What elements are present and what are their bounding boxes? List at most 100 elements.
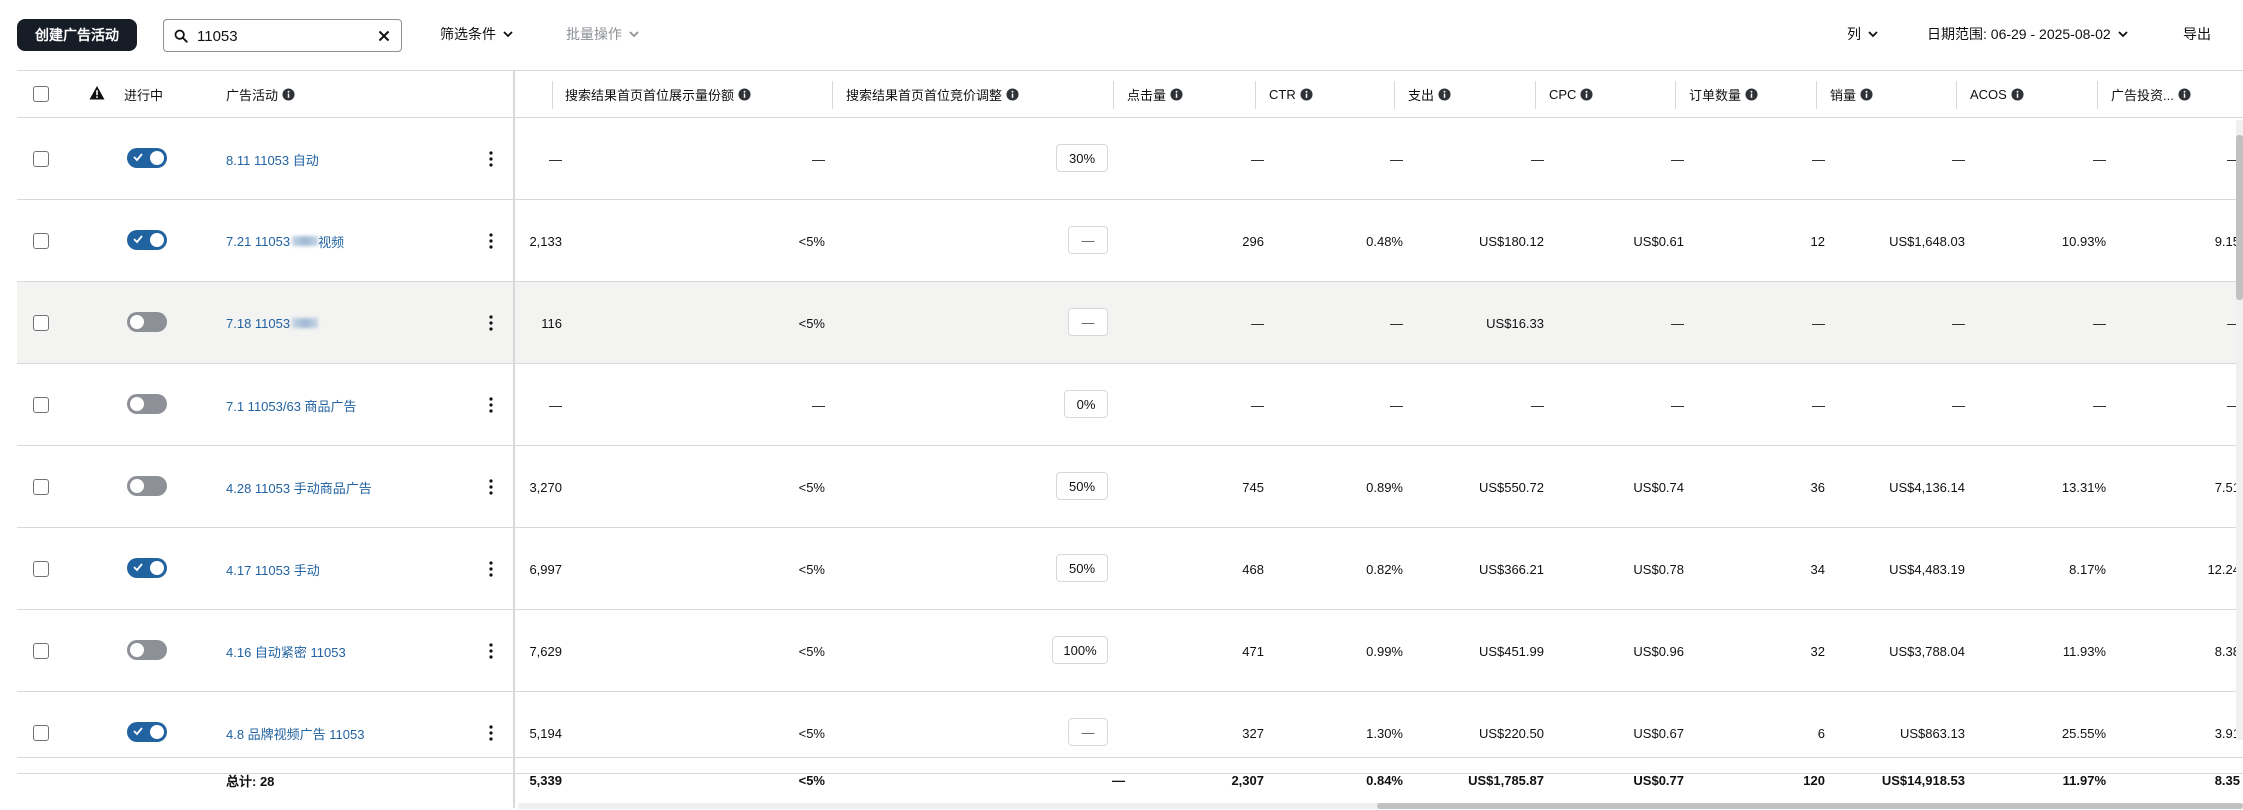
columns-dropdown[interactable]: 列 <box>1847 24 1879 44</box>
row-checkbox[interactable] <box>33 151 49 167</box>
more-actions-icon[interactable] <box>489 479 493 495</box>
table-header: 进行中 广告活动 搜索结果首页首位展示量份额 搜索结果首页首位竞价调整 点击量 … <box>17 70 2243 118</box>
more-actions-icon[interactable] <box>489 561 493 577</box>
header-sales[interactable]: 销量 <box>1830 71 1873 118</box>
bid-adjustment-input[interactable]: 0% <box>1064 390 1108 418</box>
cell-impr: — <box>549 151 562 167</box>
search-box[interactable] <box>163 19 402 52</box>
campaign-name[interactable]: 8.11 11053 自动 <box>226 150 319 169</box>
row-checkbox[interactable] <box>33 643 49 659</box>
campaign-name-suffix[interactable]: 视频 <box>318 232 344 251</box>
info-icon[interactable] <box>1580 88 1593 101</box>
status-toggle[interactable] <box>127 230 167 250</box>
row-checkbox[interactable] <box>33 561 49 577</box>
campaign-name-link[interactable]: 7.18 11053 <box>226 282 319 364</box>
bid-adjustment-input[interactable]: 50% <box>1056 472 1108 500</box>
info-icon[interactable] <box>1745 88 1758 101</box>
info-icon[interactable] <box>1006 88 1019 101</box>
table-row: 7.21 11053 视频 2,133 <5% 296 0.48% US$180.12 US… <box>17 200 2243 282</box>
more-actions-icon[interactable] <box>489 151 493 167</box>
header-status[interactable]: 进行中 <box>124 71 163 118</box>
status-toggle[interactable] <box>127 312 167 332</box>
campaign-name[interactable]: 4.8 品牌视频广告 11053 <box>226 724 364 743</box>
header-spend-label: 支出 <box>1408 88 1435 103</box>
date-range-dropdown[interactable]: 日期范围: 06-29 - 2025-08-02 <box>1927 24 2129 44</box>
cell-orders: 32 <box>1810 643 1825 659</box>
more-actions-icon[interactable] <box>489 315 493 331</box>
toggle-knob <box>130 397 144 411</box>
create-campaign-button[interactable]: 创建广告活动 <box>17 19 137 51</box>
campaign-name-link[interactable]: 7.1 11053/63 商品广告 <box>226 364 357 446</box>
info-icon[interactable] <box>2011 88 2024 101</box>
campaign-name-link[interactable]: 8.11 11053 自动 <box>226 118 319 200</box>
campaign-name-link[interactable]: 7.21 11053 视频 <box>226 200 344 282</box>
row-checkbox[interactable] <box>33 725 49 741</box>
campaign-name[interactable]: 4.16 自动紧密 11053 <box>226 642 346 661</box>
campaign-name[interactable]: 4.17 11053 手动 <box>226 560 320 579</box>
bulk-actions-dropdown[interactable]: 批量操作 <box>566 24 640 44</box>
campaign-name-link[interactable]: 4.17 11053 手动 <box>226 528 320 610</box>
toggle-knob <box>150 561 164 575</box>
status-toggle[interactable] <box>127 394 167 414</box>
bid-adjustment-input[interactable]: 50% <box>1056 554 1108 582</box>
info-icon[interactable] <box>1170 88 1183 101</box>
row-checkbox[interactable] <box>33 233 49 249</box>
cell-cpc: US$0.78 <box>1633 561 1684 577</box>
more-actions-icon[interactable] <box>489 643 493 659</box>
info-icon[interactable] <box>2178 88 2191 101</box>
campaign-name[interactable]: 7.18 11053 <box>226 316 290 331</box>
header-acos[interactable]: ACOS <box>1970 71 2024 118</box>
bid-adjustment-input[interactable]: — <box>1068 308 1108 336</box>
header-spend[interactable]: 支出 <box>1408 71 1451 118</box>
status-toggle[interactable] <box>127 640 167 660</box>
horizontal-scrollbar[interactable] <box>17 802 2243 810</box>
filter-dropdown[interactable]: 筛选条件 <box>440 24 514 44</box>
row-checkbox[interactable] <box>33 479 49 495</box>
cell-ctr: — <box>1390 315 1403 331</box>
bid-adjustment-input[interactable]: — <box>1068 718 1108 746</box>
campaign-name[interactable]: 4.28 11053 手动商品广告 <box>226 478 372 497</box>
more-actions-icon[interactable] <box>489 725 493 741</box>
cell-clicks: 745 <box>1242 479 1264 495</box>
bid-adjustment-input[interactable]: — <box>1068 226 1108 254</box>
scrollbar-thumb[interactable] <box>2236 135 2243 300</box>
info-icon[interactable] <box>1860 88 1873 101</box>
status-toggle[interactable] <box>127 722 167 742</box>
bid-adjustment-input[interactable]: 100% <box>1052 636 1108 664</box>
bid-adjustment-input[interactable]: 30% <box>1056 144 1108 172</box>
info-icon[interactable] <box>1300 88 1313 101</box>
status-toggle[interactable] <box>127 558 167 578</box>
row-checkbox[interactable] <box>33 397 49 413</box>
search-input[interactable] <box>197 26 362 46</box>
export-button[interactable]: 导出 <box>2183 24 2211 44</box>
header-ctr[interactable]: CTR <box>1269 71 1313 118</box>
header-clicks[interactable]: 点击量 <box>1127 71 1183 118</box>
row-checkbox[interactable] <box>33 315 49 331</box>
info-icon[interactable] <box>1438 88 1451 101</box>
header-campaign[interactable]: 广告活动 <box>226 71 295 118</box>
more-actions-icon[interactable] <box>489 233 493 249</box>
campaign-name[interactable]: 7.1 11053/63 商品广告 <box>226 396 357 415</box>
more-actions-icon[interactable] <box>489 397 493 413</box>
column-divider <box>552 81 553 109</box>
status-toggle[interactable] <box>127 476 167 496</box>
column-divider <box>1535 81 1536 109</box>
select-all-checkbox[interactable] <box>33 86 49 102</box>
totals-label: 总计: 28 <box>226 774 275 789</box>
info-icon[interactable] <box>738 88 751 101</box>
status-toggle[interactable] <box>127 148 167 168</box>
header-cpc[interactable]: CPC <box>1549 71 1593 118</box>
clear-search-icon[interactable] <box>375 27 393 45</box>
campaign-name-link[interactable]: 4.28 11053 手动商品广告 <box>226 446 372 528</box>
info-icon[interactable] <box>282 88 295 101</box>
header-bid-adjustment[interactable]: 搜索结果首页首位竞价调整 <box>846 71 1019 118</box>
campaign-name-link[interactable]: 4.16 自动紧密 11053 <box>226 610 346 692</box>
total-cpc: US$0.77 <box>1633 773 1684 788</box>
campaign-name[interactable]: 7.21 11053 <box>226 234 290 249</box>
column-divider <box>1956 81 1957 109</box>
header-roas[interactable]: 广告投资... <box>2111 71 2191 118</box>
vertical-scrollbar[interactable] <box>2236 120 2243 740</box>
header-impression-share[interactable]: 搜索结果首页首位展示量份额 <box>565 71 751 118</box>
scrollbar-thumb[interactable] <box>1377 803 2243 809</box>
header-orders[interactable]: 订单数量 <box>1689 71 1758 118</box>
